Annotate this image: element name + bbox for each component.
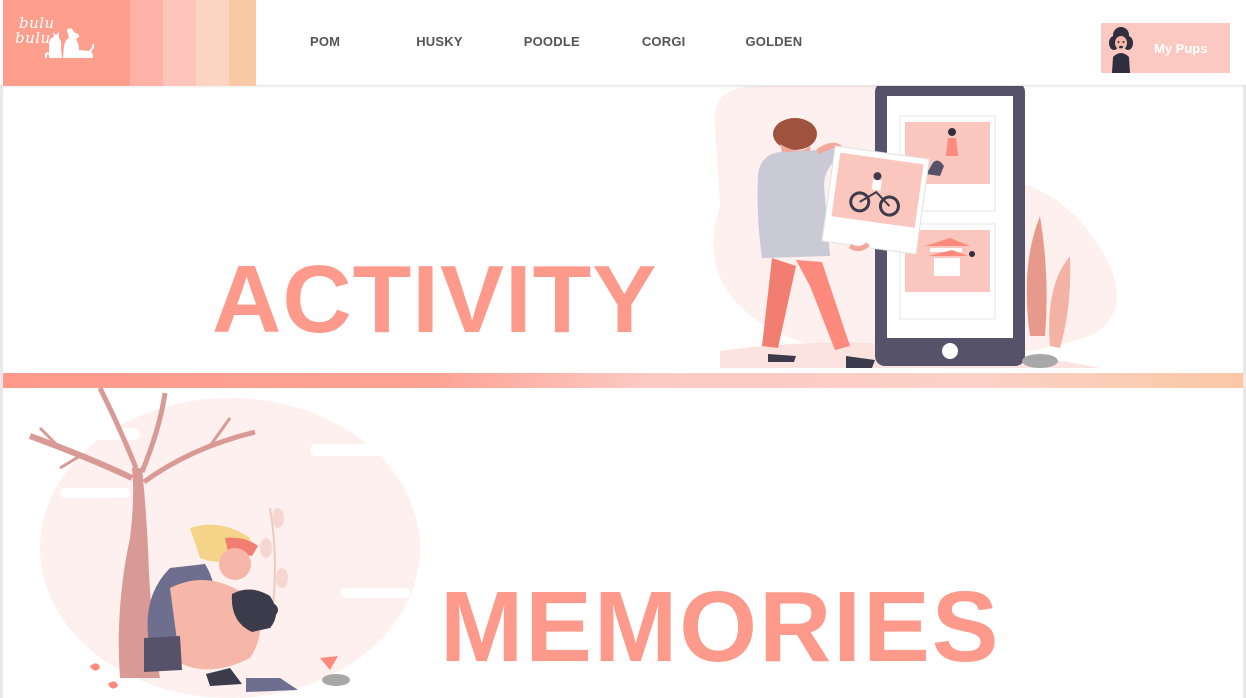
logo[interactable]: bulu bulu bbox=[3, 0, 256, 86]
cat-and-dog-icon bbox=[45, 28, 95, 59]
nav-item-poodle[interactable]: POODLE bbox=[524, 34, 580, 49]
poodle-avatar-icon bbox=[1109, 27, 1133, 73]
main-nav: POM HUSKY POODLE CORGI GOLDEN bbox=[310, 34, 802, 49]
nav-item-husky[interactable]: HUSKY bbox=[416, 34, 463, 49]
palette-swatch-3 bbox=[196, 0, 229, 86]
activity-title: ACTIVITY bbox=[212, 246, 658, 353]
palette-swatch-1 bbox=[130, 0, 163, 86]
palette-swatch-4 bbox=[229, 0, 256, 86]
section-divider bbox=[3, 373, 1243, 388]
memories-illustration bbox=[28, 388, 420, 698]
nav-item-corgi[interactable]: CORGI bbox=[642, 34, 686, 49]
nav-item-golden[interactable]: GOLDEN bbox=[745, 34, 802, 49]
memories-title: MEMORIES bbox=[440, 571, 1001, 683]
top-header: bulu bulu POM HUSKY POODLE CORGI GOLDEN bbox=[0, 0, 1246, 86]
nav-item-pom[interactable]: POM bbox=[310, 34, 340, 49]
my-pups-button[interactable]: My Pups bbox=[1101, 23, 1230, 73]
my-pups-label: My Pups bbox=[1154, 40, 1208, 56]
logo-main-tile: bulu bulu bbox=[3, 0, 130, 86]
palette-swatch-2 bbox=[163, 0, 196, 86]
activity-illustration bbox=[713, 86, 1117, 368]
